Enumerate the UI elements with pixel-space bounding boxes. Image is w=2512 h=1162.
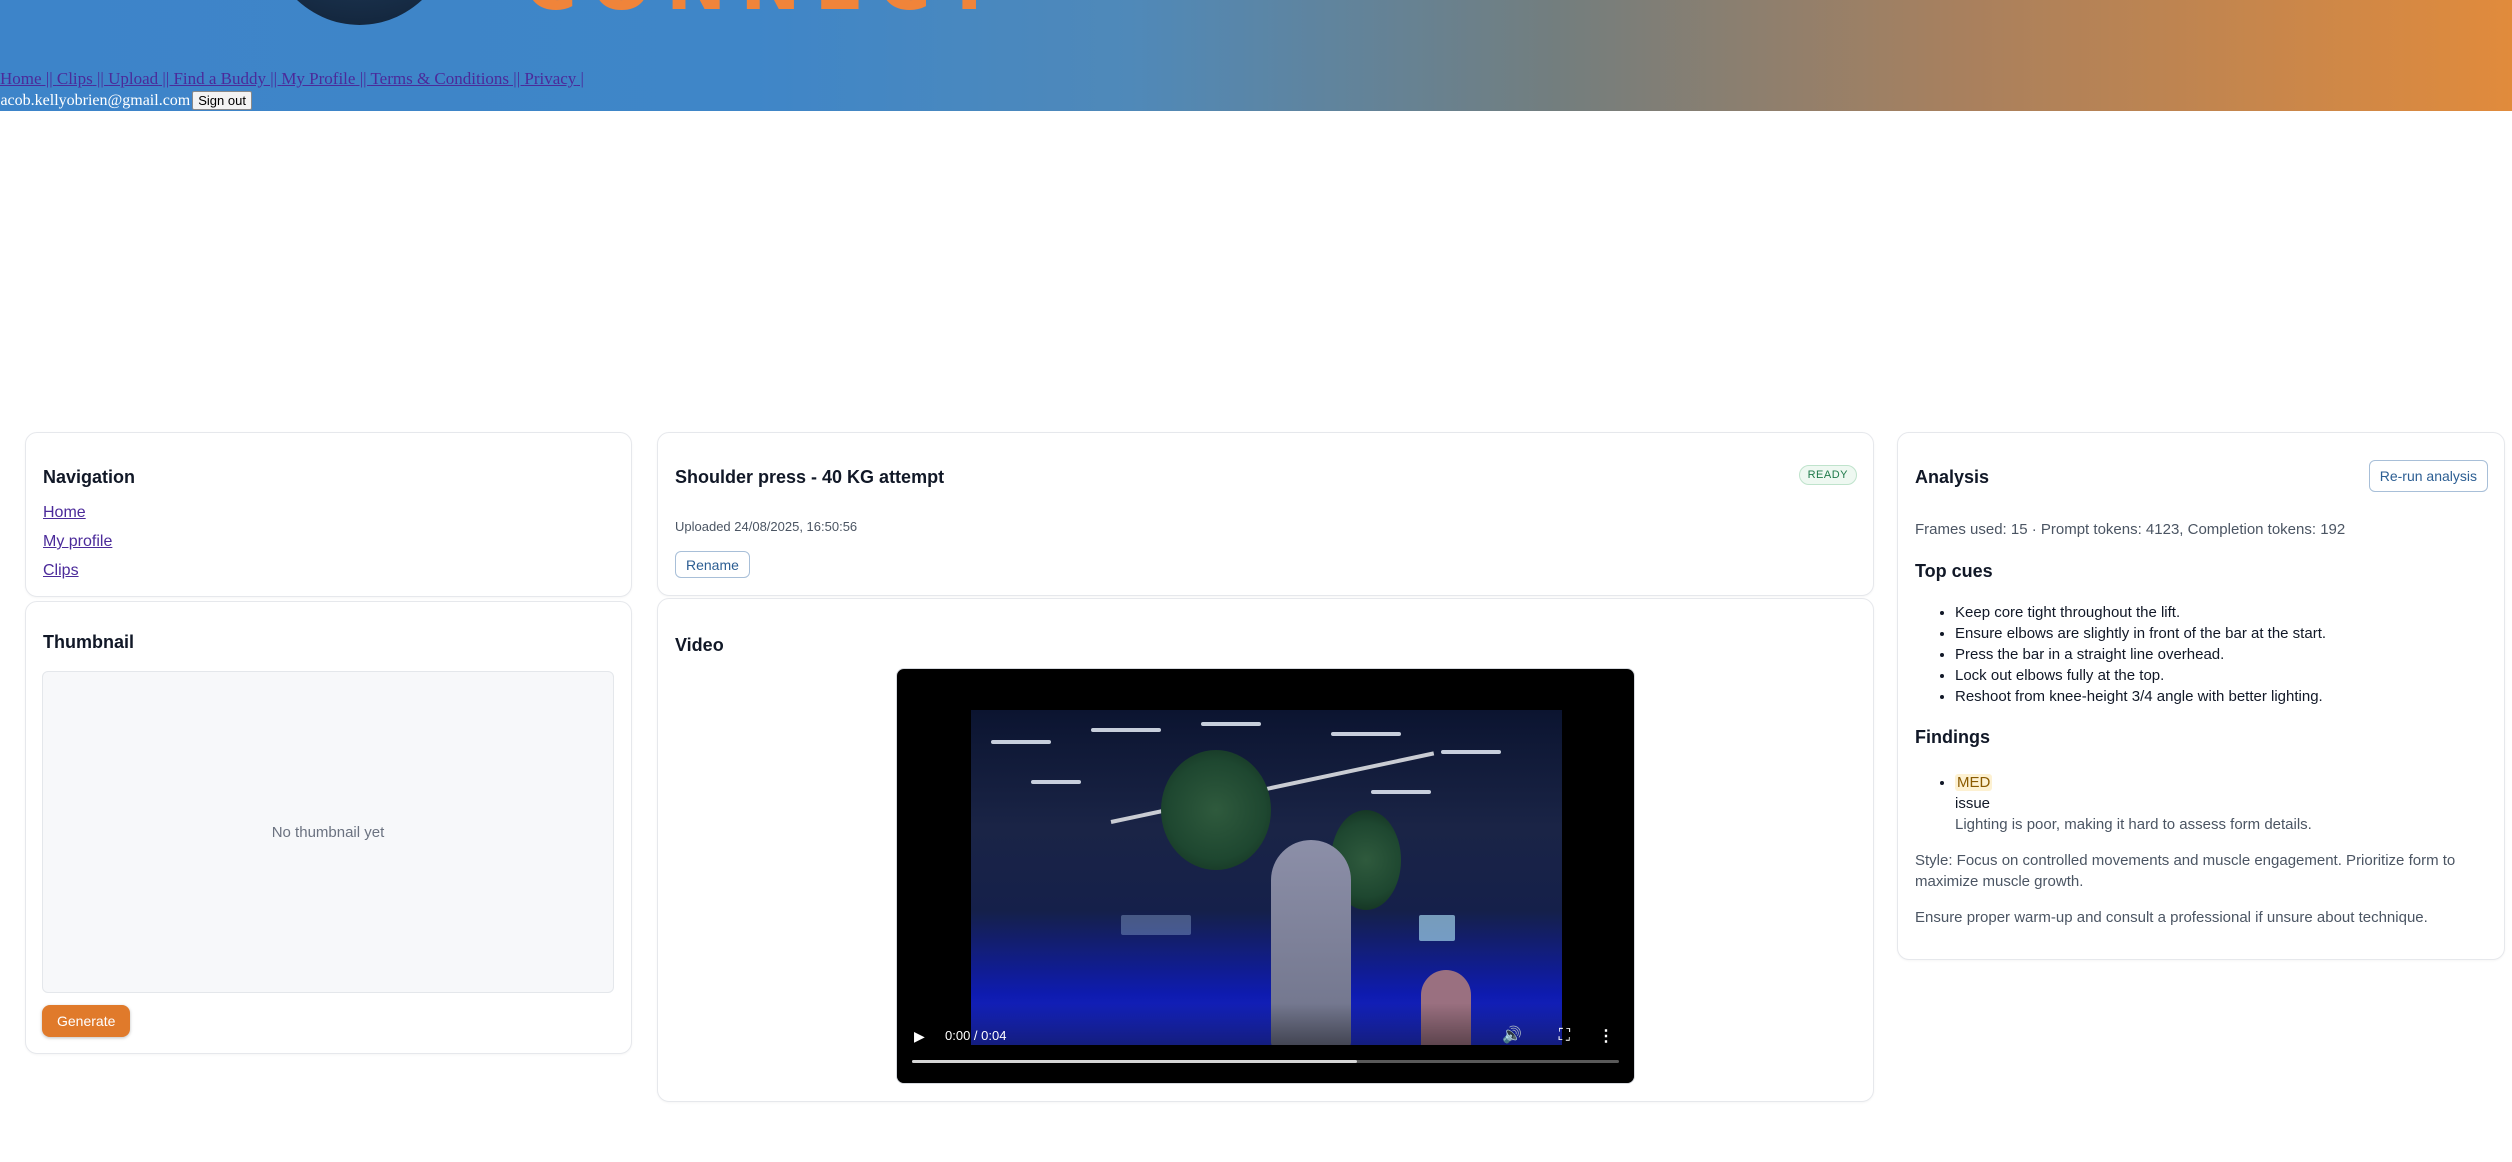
play-icon[interactable]: ▶: [914, 1028, 925, 1045]
generate-thumbnail-button[interactable]: Generate: [42, 1005, 131, 1037]
list-item: Press the bar in a straight line overhea…: [1955, 644, 2326, 665]
list-item: Keep core tight throughout the lift.: [1955, 602, 2326, 623]
top-nav-terms[interactable]: Terms & Conditions: [370, 69, 509, 88]
sign-out-button[interactable]: Sign out: [192, 91, 252, 110]
analysis-title: Analysis: [1915, 467, 1990, 487]
top-nav: Home || Clips || Upload || Find a Buddy …: [0, 69, 584, 88]
findings-heading: Findings: [1915, 727, 1990, 747]
findings-list: MED issue Lighting is poor, making it ha…: [1915, 772, 2312, 835]
video-buffered-fill: [912, 1060, 1358, 1063]
top-nav-privacy[interactable]: Privacy: [524, 69, 576, 88]
logo-emblem: [262, 0, 457, 25]
list-item: Ensure elbows are slightly in front of t…: [1955, 623, 2326, 644]
site-header: CONNECT Home || Clips || Upload || Find …: [0, 0, 2512, 111]
video-player[interactable]: ▶ 0:00 / 0:04 🔊 ⛶ ⋮: [896, 668, 1635, 1084]
list-item: Reshoot from knee-height 3/4 angle with …: [1955, 686, 2326, 707]
nav-link-home[interactable]: Home: [43, 504, 86, 522]
list-item: Lock out elbows fully at the top.: [1955, 665, 2326, 686]
status-badge: READY: [1798, 465, 1857, 485]
clip-card: Shoulder press - 40 KG attempt READY Upl…: [657, 432, 1874, 596]
thumbnail-card: Thumbnail No thumbnail yet Generate: [25, 601, 632, 1054]
thumbnail-placeholder: No thumbnail yet: [42, 671, 614, 993]
top-nav-clips[interactable]: Clips: [57, 69, 93, 88]
style-note: Style: Focus on controlled movements and…: [1915, 852, 2456, 890]
top-nav-home[interactable]: Home: [0, 69, 42, 88]
video-controls: [897, 1003, 1634, 1083]
analysis-card: Analysis Re-run analysis Frames used: 15…: [1897, 432, 2505, 960]
navigation-title: Navigation: [43, 467, 136, 487]
logo-wordmark: CONNECT: [524, 0, 1008, 14]
video-time: 0:00 / 0:04: [945, 1028, 1007, 1043]
top-cues-heading: Top cues: [1915, 561, 1993, 581]
nav-link-my-profile[interactable]: My profile: [43, 533, 112, 551]
user-bar: jacob.kellyobrien@gmail.com Sign out: [0, 91, 252, 110]
rerun-analysis-button[interactable]: Re-run analysis: [2368, 460, 2488, 492]
more-options-icon[interactable]: ⋮: [1598, 1026, 1614, 1046]
top-cues-list: Keep core tight throughout the lift. Ens…: [1915, 602, 2326, 707]
nav-link-clips[interactable]: Clips: [43, 562, 79, 580]
navigation-card: Navigation Home My profile Clips: [25, 432, 632, 597]
user-email: jacob.kellyobrien@gmail.com: [0, 91, 191, 109]
top-nav-my-profile[interactable]: My Profile: [281, 69, 355, 88]
thumbnail-empty-text: No thumbnail yet: [271, 823, 385, 841]
video-frame: [971, 710, 1562, 1045]
analysis-stats: Frames used: 15 · Prompt tokens: 4123, C…: [1915, 521, 2346, 538]
top-nav-find-buddy[interactable]: Find a Buddy: [173, 69, 266, 88]
top-nav-upload[interactable]: Upload: [108, 69, 158, 88]
rename-button[interactable]: Rename: [675, 551, 750, 578]
severity-badge: MED: [1955, 774, 1993, 791]
video-title: Video: [675, 635, 724, 655]
safety-note: Ensure proper warm-up and consult a prof…: [1915, 909, 2428, 926]
finding-detail: Lighting is poor, making it hard to asse…: [1955, 816, 2312, 833]
thumbnail-title: Thumbnail: [43, 632, 134, 652]
volume-icon[interactable]: 🔊: [1502, 1025, 1522, 1045]
finding-item: MED issue Lighting is poor, making it ha…: [1955, 772, 2312, 835]
fullscreen-icon[interactable]: ⛶: [1559, 1027, 1570, 1045]
video-card: Video ▶ 0:00 / 0:04 🔊 ⛶ ⋮: [657, 598, 1874, 1102]
video-progress-bar[interactable]: [912, 1060, 1619, 1063]
upload-timestamp: Uploaded 24/08/2025, 16:50:56: [675, 519, 858, 534]
clip-title: Shoulder press - 40 KG attempt: [675, 467, 945, 487]
finding-type: issue: [1955, 795, 1991, 812]
